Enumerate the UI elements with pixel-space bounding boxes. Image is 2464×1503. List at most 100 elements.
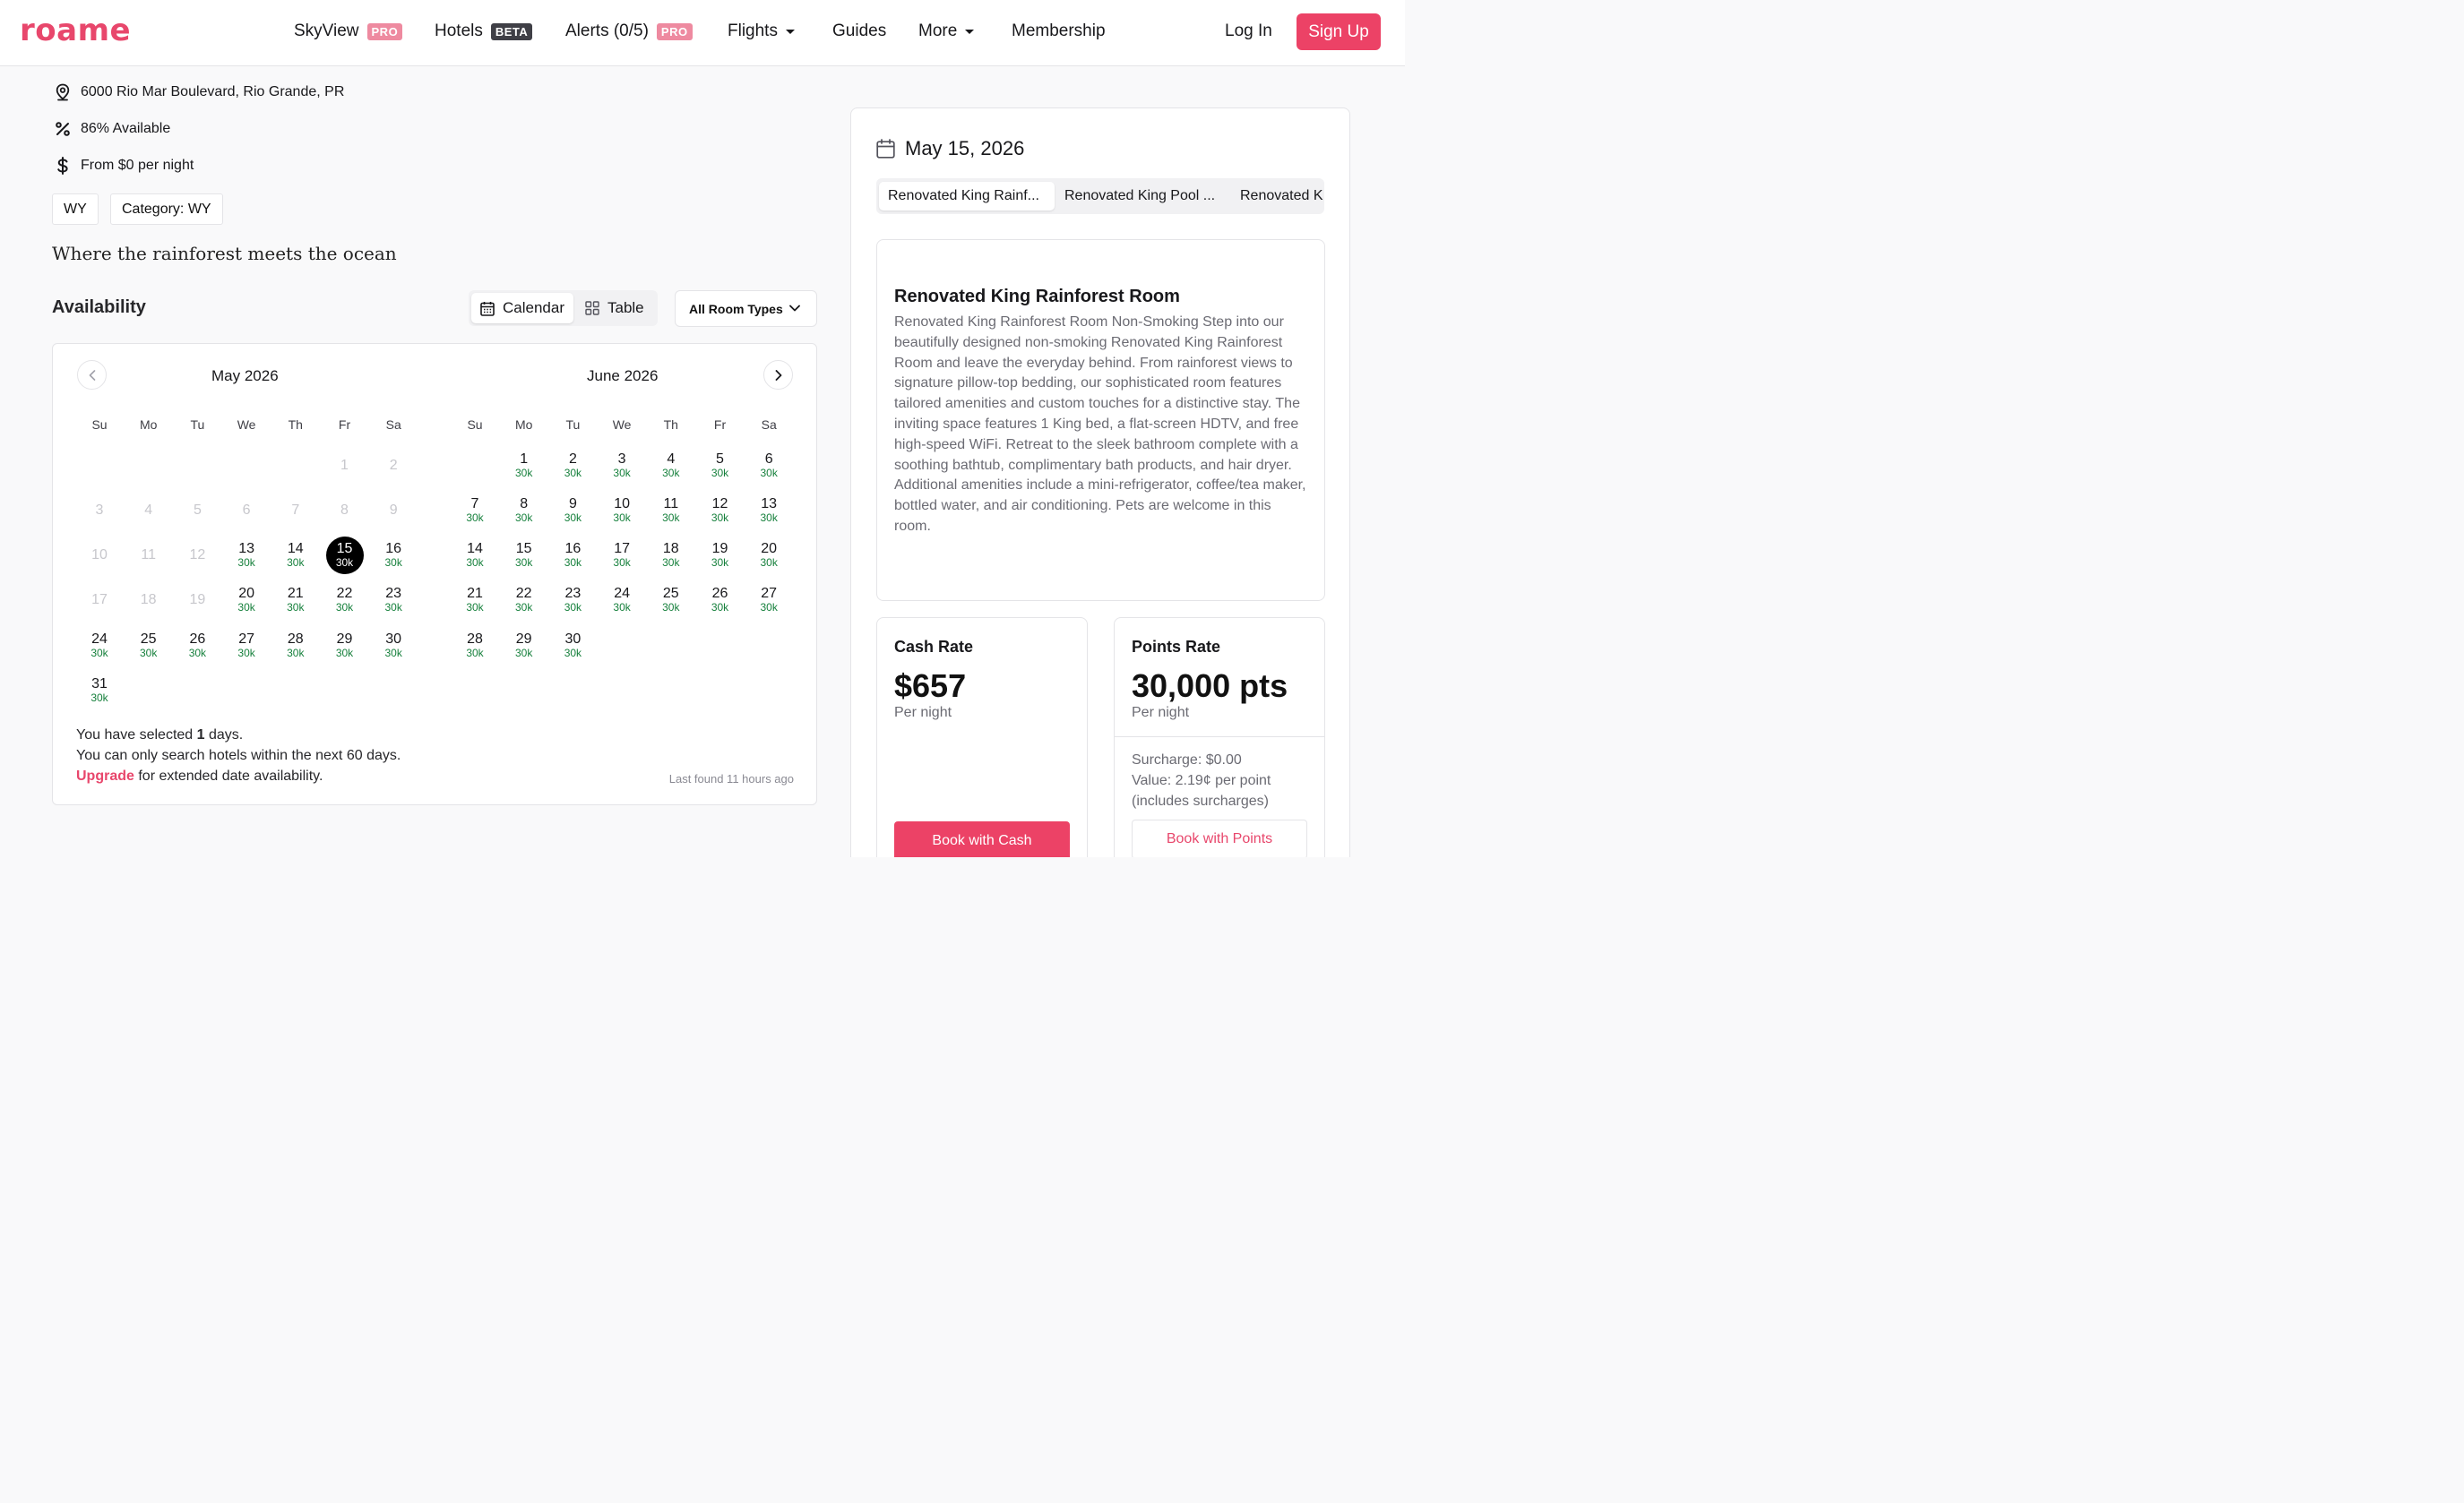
room-tab-3[interactable]: Renovated K	[1231, 182, 1324, 210]
signup-button[interactable]: Sign Up	[1297, 13, 1381, 50]
nav-guides[interactable]: Guides	[832, 21, 886, 41]
calendar-day[interactable]: 20 30k	[228, 581, 265, 619]
next-month-button[interactable]	[763, 360, 793, 390]
calendar-day[interactable]: 24 30k	[603, 581, 641, 619]
calendar-view-button[interactable]: Calendar	[471, 293, 573, 323]
chevron-right-icon	[775, 369, 781, 381]
nav-label: SkyView	[294, 21, 359, 40]
day-number: 28	[287, 631, 304, 647]
calendar-day[interactable]: 19 30k	[702, 537, 739, 574]
calendar-day[interactable]: 25 30k	[652, 581, 690, 619]
selected-date: May 15, 2026	[905, 137, 1025, 159]
calendar-day[interactable]: 24 30k	[81, 626, 118, 664]
day-points-price: 30k	[287, 601, 305, 614]
nav-membership[interactable]: Membership	[1012, 21, 1106, 41]
day-number: 2	[568, 451, 577, 467]
calendar-day[interactable]: 3 30k	[603, 446, 641, 484]
calendar-day[interactable]: 28 30k	[456, 626, 494, 664]
calendar-day[interactable]: 31 30k	[81, 672, 118, 709]
search-limit-text: You can only search hotels within the ne…	[76, 748, 401, 763]
nav-flights[interactable]: Flights	[728, 21, 795, 41]
nav-alerts[interactable]: Alerts (0/5) PRO	[565, 21, 693, 41]
room-tab-1[interactable]: Renovated King Rainf...	[879, 182, 1055, 210]
calendar-day[interactable]: 13 30k	[750, 491, 788, 528]
calendar-day[interactable]: 11 30k	[652, 491, 690, 528]
cash-rate-value: $657	[894, 667, 967, 704]
calendar-day[interactable]: 7 30k	[456, 491, 494, 528]
day-number: 16	[385, 541, 402, 557]
address-text: 6000 Rio Mar Boulevard, Rio Grande, PR	[81, 84, 345, 99]
calendar-day[interactable]: 20 30k	[750, 537, 788, 574]
calendar-day[interactable]: 22 30k	[326, 581, 364, 619]
calendar-day[interactable]: 10 30k	[603, 491, 641, 528]
day-number: 10	[91, 547, 108, 563]
calendar-day[interactable]: 30 30k	[375, 626, 412, 664]
calendar-day[interactable]: 29 30k	[326, 626, 364, 664]
book-with-cash-button[interactable]: Book with Cash	[894, 821, 1070, 857]
calendar-day-selected[interactable]: 15 30k	[325, 536, 364, 574]
calendar-day[interactable]: 30 30k	[554, 626, 591, 664]
day-number: 23	[385, 586, 402, 602]
calendar-day[interactable]: 17 30k	[603, 537, 641, 574]
calendar-day[interactable]: 18 30k	[652, 537, 690, 574]
calendar-day[interactable]: 13 30k	[228, 537, 265, 574]
calendar-day[interactable]: 23 30k	[375, 581, 412, 619]
room-title: Renovated King Rainforest Room	[894, 287, 1180, 306]
calendar-day[interactable]: 27 30k	[228, 626, 265, 664]
day-points-price: 30k	[515, 556, 533, 570]
calendar-day[interactable]: 22 30k	[505, 581, 543, 619]
calendar-day[interactable]: 21 30k	[456, 581, 494, 619]
calendar-day[interactable]: 27 30k	[750, 581, 788, 619]
calendar-day[interactable]: 28 30k	[277, 626, 314, 664]
book-with-points-button[interactable]: Book with Points	[1132, 820, 1307, 857]
brand-tag: WY	[52, 193, 99, 225]
calendar-day[interactable]: 23 30k	[554, 581, 591, 619]
hotel-tagline: Where the rainforest meets the ocean	[52, 243, 397, 264]
login-link[interactable]: Log In	[1225, 21, 1272, 41]
nav-skyview[interactable]: SkyView PRO	[294, 21, 403, 41]
month-title-may: May 2026	[211, 367, 279, 384]
chevron-down-icon	[965, 29, 975, 34]
calendar-day[interactable]: 4 30k	[652, 446, 690, 484]
room-type-select[interactable]: All Room Types	[675, 290, 817, 327]
calendar-day[interactable]: 26 30k	[178, 626, 216, 664]
day-number: 14	[467, 541, 483, 557]
day-number: 30	[564, 631, 582, 647]
day-number: 1	[340, 457, 349, 473]
table-view-button[interactable]: Table	[576, 293, 653, 323]
calendar-day[interactable]: 15 30k	[505, 537, 543, 574]
calendar-day[interactable]: 21 30k	[277, 581, 314, 619]
logo[interactable]: roame	[20, 13, 131, 48]
calendar-day[interactable]: 29 30k	[505, 626, 543, 664]
calendar-day[interactable]: 14 30k	[277, 537, 314, 574]
hotel-price: From $0 per night	[54, 157, 194, 175]
calendar-day[interactable]: 16 30k	[375, 537, 412, 574]
day-number: 11	[663, 495, 679, 511]
hotel-address: 6000 Rio Mar Boulevard, Rio Grande, PR	[54, 83, 344, 101]
calendar-day[interactable]: 26 30k	[702, 581, 739, 619]
calendar-day[interactable]: 16 30k	[554, 537, 591, 574]
calendar-day[interactable]: 5 30k	[702, 446, 739, 484]
day-points-price: 30k	[335, 556, 354, 570]
day-number: 9	[568, 495, 577, 511]
day-number: 19	[189, 592, 206, 608]
calendar-day[interactable]: 6 30k	[750, 446, 788, 484]
calendar-day[interactable]: 8 30k	[505, 491, 543, 528]
room-tab-2[interactable]: Renovated King Pool ...	[1055, 182, 1224, 210]
calendar-day[interactable]: 25 30k	[130, 626, 168, 664]
prev-month-button[interactable]	[77, 360, 107, 390]
upgrade-text: Upgrade for extended date availability.	[76, 769, 323, 785]
day-points-price: 30k	[564, 601, 582, 614]
day-points-price: 30k	[237, 601, 255, 614]
calendar-day[interactable]: 1 30k	[505, 446, 543, 484]
calendar-day[interactable]: 9 30k	[554, 491, 591, 528]
nav-more[interactable]: More	[918, 21, 975, 41]
calendar-day[interactable]: 2 30k	[554, 446, 591, 484]
day-number: 24	[614, 586, 630, 602]
weekday-label: Mo	[139, 417, 158, 432]
upgrade-link[interactable]: Upgrade	[76, 769, 134, 784]
calendar-day[interactable]: 14 30k	[456, 537, 494, 574]
day-number: 12	[189, 547, 206, 563]
nav-hotels[interactable]: Hotels BETA	[435, 21, 533, 41]
calendar-day[interactable]: 12 30k	[702, 491, 739, 528]
